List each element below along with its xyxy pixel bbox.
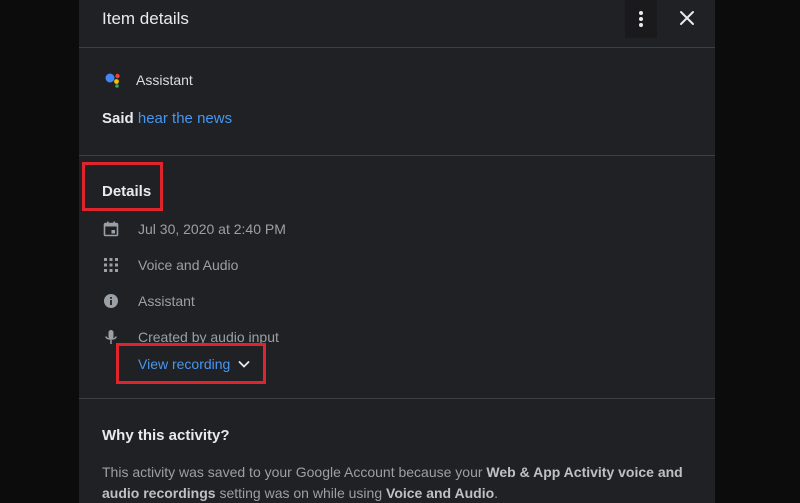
details-heading: Details bbox=[102, 183, 152, 200]
said-line: Said hear the news bbox=[102, 110, 232, 127]
close-icon bbox=[680, 11, 694, 25]
panel-header: Item details bbox=[79, 0, 715, 48]
more-options-button[interactable] bbox=[625, 0, 657, 38]
panel-title: Item details bbox=[102, 9, 189, 28]
item-details-panel: Item details Assistant Said hear the new… bbox=[79, 0, 715, 503]
why-explanation: This activity was saved to your Google A… bbox=[102, 464, 683, 501]
detail-input-type: Created by audio input bbox=[138, 329, 279, 345]
more-vert-icon bbox=[639, 11, 643, 27]
why-heading: Why this activity? bbox=[102, 427, 230, 444]
detail-product: Voice and Audio bbox=[138, 257, 239, 273]
detail-date: Jul 30, 2020 at 2:40 PM bbox=[138, 221, 286, 237]
apps-grid-icon bbox=[104, 258, 118, 272]
said-prefix: Said bbox=[102, 110, 134, 127]
calendar-icon bbox=[103, 221, 119, 237]
section-divider bbox=[79, 398, 715, 399]
mic-icon bbox=[105, 330, 117, 344]
why-product-name: Voice and Audio bbox=[386, 485, 495, 501]
product-name: Assistant bbox=[136, 72, 193, 88]
detail-source: Assistant bbox=[138, 293, 195, 309]
query-link[interactable]: hear the news bbox=[138, 110, 232, 127]
view-recording-button[interactable]: View recording bbox=[138, 356, 250, 372]
close-button[interactable] bbox=[675, 6, 699, 30]
google-assistant-icon bbox=[105, 73, 120, 88]
chevron-down-icon bbox=[238, 360, 250, 368]
activity-summary: Assistant Said hear the news bbox=[79, 48, 715, 156]
info-icon bbox=[104, 294, 118, 308]
view-recording-label: View recording bbox=[138, 356, 231, 372]
